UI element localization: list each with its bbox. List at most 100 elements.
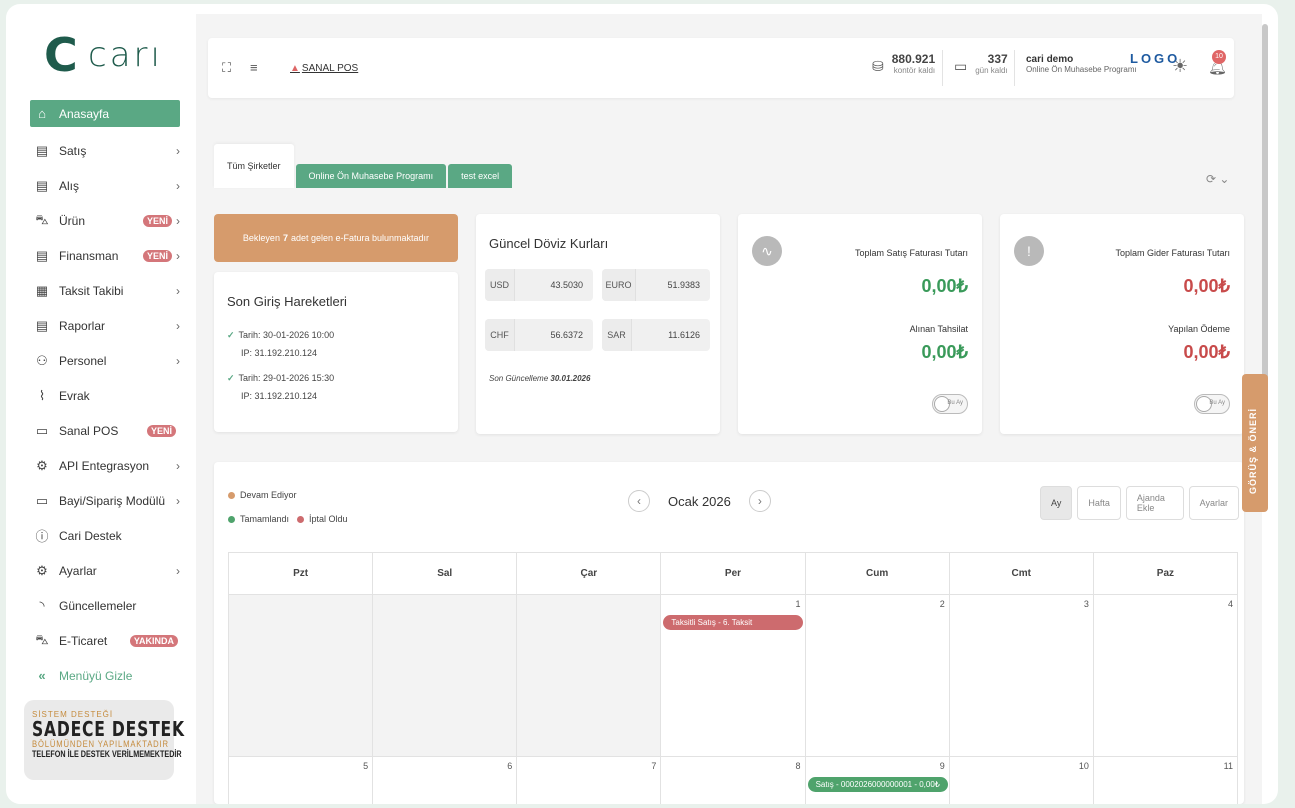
calendar-day-cell[interactable] xyxy=(516,594,662,757)
calendar-day-cell[interactable]: 3 xyxy=(948,594,1094,757)
current-month: Ocak 2026 xyxy=(668,493,731,509)
feedback-button[interactable]: GÖRÜŞ & ÖNERİ xyxy=(1242,374,1268,512)
cart-icon: ⛍ xyxy=(35,211,49,227)
tab-test-excel[interactable]: test excel xyxy=(448,164,513,188)
new-badge: YENİ xyxy=(142,214,172,227)
calendar-day-cell[interactable]: 6 xyxy=(372,756,518,804)
new-badge: YENİ xyxy=(142,249,172,262)
chevron-right-icon: › xyxy=(176,213,180,228)
tab-all-companies[interactable]: Tüm Şirketler xyxy=(214,144,294,188)
sidebar-item-label: E-Ticaret xyxy=(59,633,108,648)
gear-icon: ⚙ xyxy=(36,562,48,578)
user-info[interactable]: cari demo Online Ön Muhasebe Programı xyxy=(1026,54,1137,74)
sidebar-item-guncellemeler[interactable]: ◝ Güncellemeler xyxy=(30,588,180,623)
view-month-button[interactable]: Ay xyxy=(1040,486,1073,520)
sidebar-item-label: Raporlar xyxy=(59,318,106,333)
legend-ongoing: Devam Ediyor xyxy=(228,490,297,500)
fullscreen-icon[interactable]: ⛶ xyxy=(222,60,231,76)
sidebar-item-satis[interactable]: ▤ Satış › xyxy=(30,133,180,168)
calendar-event[interactable]: Taksitli Satış - 6. Taksit xyxy=(663,615,804,630)
sidebar-item-taksit-takibi[interactable]: ▦ Taksit Takibi › xyxy=(30,273,180,308)
double-chevron-left-icon: « xyxy=(38,668,46,683)
rate-usd: USD 43.5030 xyxy=(485,269,593,301)
check-icon: ✓ xyxy=(227,330,235,340)
payment-title: Yapılan Ödeme xyxy=(1168,324,1230,334)
logo-text: carı xyxy=(88,35,163,75)
rss-icon: ◝ xyxy=(39,597,45,613)
notification-bell-icon[interactable]: 🔔︎ 10 xyxy=(1208,50,1227,76)
calculator-icon: ▦ xyxy=(35,282,49,298)
collection-amount: 0,00₺ xyxy=(921,342,969,362)
calendar-day-cell[interactable]: 1 Taksitli Satış - 6. Taksit xyxy=(660,594,806,757)
sidebar-item-label: Evrak xyxy=(59,388,90,403)
this-month-toggle[interactable]: Bu Ay xyxy=(1194,394,1230,414)
refresh-icon[interactable]: ⟳ ⌄ xyxy=(1206,172,1229,186)
day-header: Cmt xyxy=(948,552,1094,595)
day-header: Paz xyxy=(1092,552,1239,595)
cart-icon: ⛍ xyxy=(35,631,49,647)
view-week-button[interactable]: Hafta xyxy=(1077,486,1121,520)
sidebar-item-label: Satış xyxy=(59,143,87,158)
sidebar-item-personel[interactable]: ⚇ Personel › xyxy=(30,343,180,378)
day-header: Pzt xyxy=(227,552,374,595)
chevron-right-icon: › xyxy=(176,248,180,263)
sanal-pos-link[interactable]: ▲ SANAL POS xyxy=(290,63,358,74)
calendar-day-cell[interactable] xyxy=(227,594,374,757)
day-header: Per xyxy=(660,552,806,595)
calendar-day-cell[interactable]: 2 xyxy=(804,594,950,757)
sidebar-item-evrak[interactable]: ⌇ Evrak xyxy=(30,378,180,413)
app-logo[interactable]: C carı xyxy=(44,32,163,78)
sun-icon[interactable]: ☀ xyxy=(1172,56,1188,77)
rate-euro: EURO 51.9383 xyxy=(602,269,710,301)
day-header: Çar xyxy=(516,552,662,595)
support-notice: SİSTEM DESTEĞİ SADECE DESTEK BÖLÜMÜNDEN … xyxy=(24,700,184,780)
sidebar-item-cari-destek[interactable]: ⓘ Cari Destek xyxy=(30,518,180,553)
sidebar-item-alis[interactable]: ▤ Alış › xyxy=(30,168,180,203)
calendar-day-cell[interactable] xyxy=(372,594,518,757)
prev-month-button[interactable]: ‹ xyxy=(628,490,650,512)
calendar-settings-button[interactable]: Ayarlar xyxy=(1188,486,1239,520)
sidebar-item-e-ticaret[interactable]: ⛍ E-Ticaret YAKINDA xyxy=(30,623,180,658)
hide-menu-button[interactable]: « Menüyü Gizle xyxy=(30,658,180,693)
chevron-right-icon: › xyxy=(176,143,180,158)
sidebar-item-label: Personel xyxy=(59,353,107,368)
calendar-day-cell[interactable]: 9 Satış - 0002026000000001 - 0,00₺ xyxy=(804,756,950,804)
calendar-day-cell[interactable]: 7 xyxy=(516,756,662,804)
calendar-day-cell[interactable]: 4 xyxy=(1092,594,1239,757)
days-left-stat: ▭ 337 gün kaldı xyxy=(954,52,1008,75)
database-icon: ⛁ xyxy=(872,58,884,74)
info-circle-icon: ⓘ xyxy=(35,529,49,544)
sidebar-item-bayi-siparis[interactable]: ▭ Bayi/Sipariş Modülü › xyxy=(30,483,180,518)
login-entry: ✓ Tarih: 30-01-2026 10:00 IP: 31.192.210.… xyxy=(227,330,335,358)
sidebar-item-api-entegrasyon[interactable]: ⚙ API Entegrasyon › xyxy=(30,448,180,483)
next-month-button[interactable]: › xyxy=(748,490,771,512)
sidebar-item-raporlar[interactable]: ▤ Raporlar › xyxy=(30,308,180,343)
add-agenda-button[interactable]: Ajanda Ekle xyxy=(1125,486,1184,520)
support-line-4: TELEFON İLE DESTEK VERİLMEMEKTEDİR xyxy=(32,749,182,759)
brand-logo: LOGO xyxy=(1130,51,1181,66)
sidebar-item-label: Güncellemeler xyxy=(59,598,137,613)
calendar-day-cell[interactable]: 10 xyxy=(948,756,1094,804)
calendar-event[interactable]: Satış - 0002026000000001 - 0,00₺ xyxy=(807,777,948,792)
user-name: cari demo xyxy=(1026,54,1074,65)
menu-toggle-icon[interactable]: ≡ xyxy=(250,60,258,75)
company-tabs: Tüm Şirketler Online Ön Muhasebe Program… xyxy=(214,144,514,188)
calendar-day-cell[interactable]: 5 xyxy=(227,756,374,804)
calendar-day-cell[interactable]: 8 xyxy=(660,756,806,804)
this-month-toggle[interactable]: Bu Ay xyxy=(932,394,968,414)
tab-online-on-muhasebe[interactable]: Online Ön Muhasebe Programı xyxy=(295,164,447,188)
sidebar-item-anasayfa[interactable]: ⌂ Anasayfa xyxy=(30,100,180,127)
sidebar-item-ayarlar[interactable]: ⚙ Ayarlar › xyxy=(30,553,180,588)
efatura-alert[interactable]: Bekleyen 7 adet gelen e-Fatura bulunmaktad… xyxy=(214,214,458,262)
sidebar-item-label: Taksit Takibi xyxy=(59,283,124,298)
sidebar-item-sanal-pos[interactable]: ▭ Sanal POS YENİ xyxy=(30,413,180,448)
sidebar-item-label: API Entegrasyon xyxy=(59,458,150,473)
kontor-stat: ⛁ 880.921 kontör kaldı xyxy=(872,52,935,75)
sidebar-item-label: Finansman xyxy=(59,248,119,263)
days-left-value: 337 xyxy=(987,52,1008,66)
sidebar-item-urun[interactable]: ⛍ Ürün YENİ › xyxy=(30,203,180,238)
calendar-day-cell[interactable]: 11 xyxy=(1092,756,1239,804)
card-title: Güncel Döviz Kurları xyxy=(489,236,609,251)
sidebar-item-finansman[interactable]: ▤ Finansman YENİ › xyxy=(30,238,180,273)
sales-amount: 0,00₺ xyxy=(921,276,969,296)
